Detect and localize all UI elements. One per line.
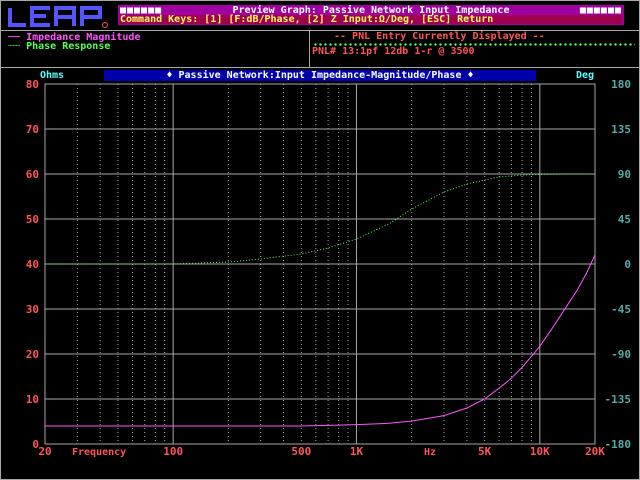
left-tick-label: 50	[26, 213, 39, 226]
right-tick-label: -135	[605, 393, 632, 406]
left-tick-label: 80	[26, 78, 39, 91]
x-axis-label: Frequency	[72, 447, 126, 458]
right-tick-label: 0	[624, 258, 631, 271]
x-tick-label: 5K	[478, 445, 492, 458]
x-tick-label: 10K	[530, 445, 550, 458]
chart-series	[45, 173, 596, 427]
x-tick-label: 1K	[350, 445, 364, 458]
left-tick-label: 70	[26, 123, 39, 136]
x-axis-unit: Hz	[424, 447, 436, 458]
right-tick-label: 90	[618, 168, 631, 181]
left-tick-label: 30	[26, 303, 39, 316]
left-tick-label: 10	[26, 393, 39, 406]
x-tick-label: 500	[291, 445, 311, 458]
right-tick-label: 180	[611, 78, 631, 91]
right-tick-label: -90	[611, 348, 631, 361]
x-tick-label: 100	[163, 445, 183, 458]
left-tick-label: 40	[26, 258, 39, 271]
impedance-chart: 80 70 60 50 40 30 20 100 180 135 90 45 0 -45 -90 -135 -1…	[26, 78, 632, 458]
left-tick-label: 60	[26, 168, 39, 181]
x-tick-label: 20	[38, 445, 51, 458]
x-tick-label: 20K	[585, 445, 605, 458]
right-tick-label: -180	[605, 438, 632, 451]
chart-grid	[44, 83, 596, 445]
impedance-magnitude-line	[45, 254, 596, 427]
right-tick-label: -45	[611, 303, 631, 316]
right-tick-label: 135	[611, 123, 631, 136]
right-tick-label: 45	[618, 213, 631, 226]
left-tick-label: 20	[26, 348, 39, 361]
